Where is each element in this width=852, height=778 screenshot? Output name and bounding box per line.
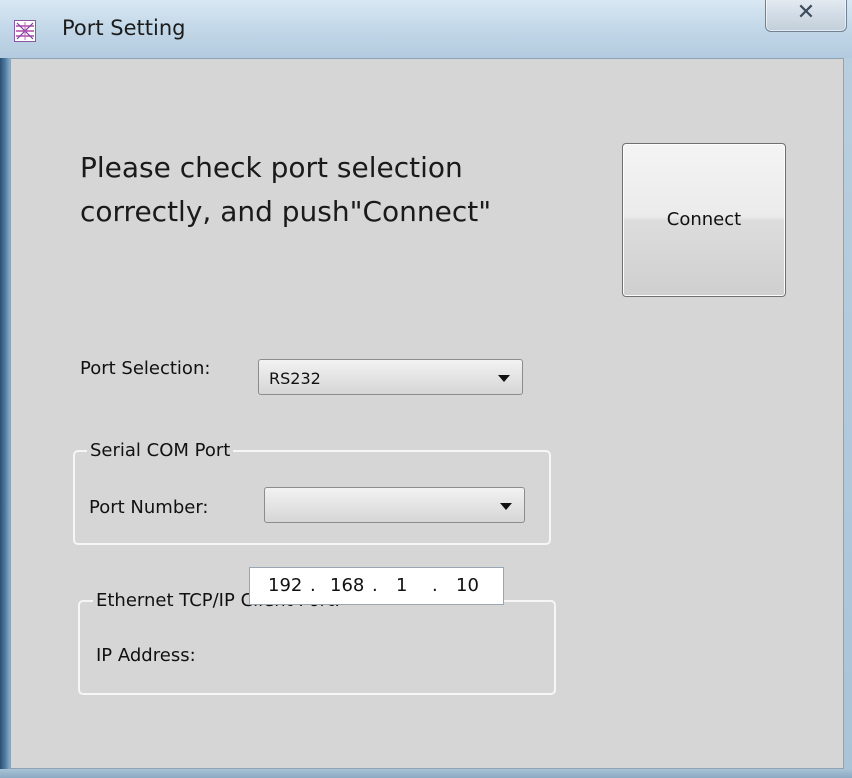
port-number-dropdown[interactable] xyxy=(264,487,525,523)
ip-dot-2: . xyxy=(372,575,378,596)
instruction-text: Please check port selection correctly, a… xyxy=(80,146,540,234)
port-setting-window: Port Setting ✕ Please check port selecti… xyxy=(0,0,852,778)
title-bar[interactable]: Port Setting ✕ xyxy=(0,0,852,58)
window-left-border xyxy=(0,58,10,778)
serial-com-port-group-title: Serial COM Port xyxy=(87,440,234,461)
chevron-down-icon xyxy=(498,375,510,382)
close-icon: ✕ xyxy=(796,0,816,25)
chevron-down-icon xyxy=(500,503,512,510)
port-selection-value: RS232 xyxy=(269,369,321,388)
close-button[interactable]: ✕ xyxy=(765,0,847,32)
window-title: Port Setting xyxy=(62,16,186,40)
ip-dot-1: . xyxy=(310,575,316,596)
ip-dot-3: . xyxy=(432,575,438,596)
port-selection-label: Port Selection: xyxy=(80,358,211,379)
ip-octet-3[interactable]: 1 xyxy=(396,575,407,596)
connect-button[interactable]: Connect xyxy=(622,143,786,297)
port-number-label: Port Number: xyxy=(89,497,209,518)
ip-octet-1[interactable]: 192 xyxy=(268,575,302,596)
app-icon xyxy=(14,20,36,42)
ip-address-label: IP Address: xyxy=(96,645,196,666)
ip-address-input[interactable]: 192 . 168 . 1 . 10 xyxy=(249,567,504,605)
port-selection-dropdown[interactable]: RS232 xyxy=(258,359,523,395)
instruction-line-1: Please check port selection xyxy=(80,151,463,184)
instruction-line-2: correctly, and push"Connect" xyxy=(80,195,492,228)
window-bottom-border xyxy=(0,769,852,778)
ip-octet-4[interactable]: 10 xyxy=(456,575,479,596)
ip-octet-2[interactable]: 168 xyxy=(330,575,364,596)
